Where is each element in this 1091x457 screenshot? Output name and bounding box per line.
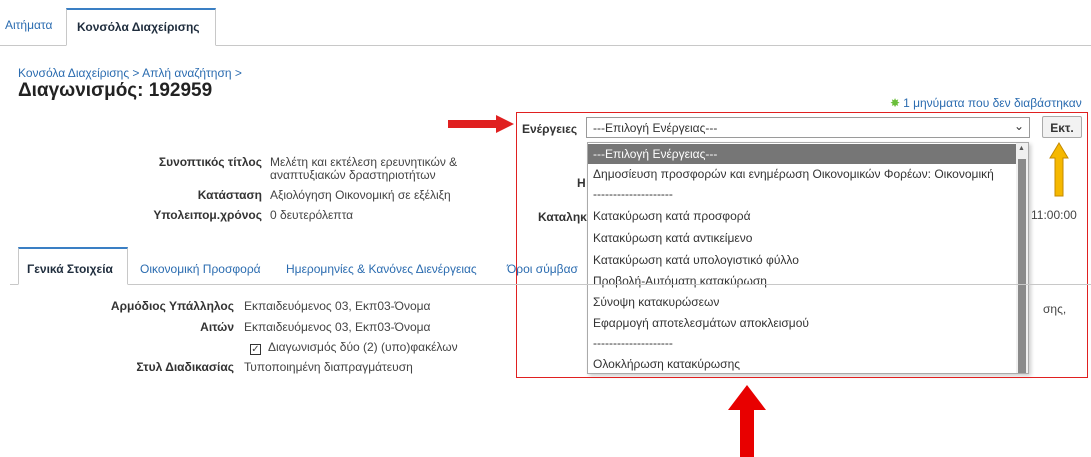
unread-messages-label: 1 μηνύματα που δεν διαβάστηκαν: [903, 96, 1082, 110]
requester-value: Εκπαιδευόμενος 03, Εκπ03-Όνομα: [244, 320, 431, 334]
checkbox[interactable]: ✓: [250, 344, 261, 355]
tab-admin-console[interactable]: Κονσόλα Διαχείρισης: [66, 8, 216, 46]
procedure-style-value: Τυποποιημένη διαπραγμάτευση: [244, 360, 413, 374]
two-envelopes-label: Διαγωνισμός δύο (2) (υπο)φακέλων: [268, 340, 458, 354]
gear-star-icon: ✸: [890, 96, 901, 110]
tab-requests[interactable]: Αιτήματα: [5, 18, 52, 32]
officer-value: Εκπαιδευόμενος 03, Εκπ03-Όνομα: [244, 299, 431, 313]
status-value: Αξιολόγηση Οικονομική σε εξέλιξη: [270, 188, 451, 202]
summary-title-value-2: αναπτυξιακών δραστηριοτήτων: [270, 168, 436, 182]
status-label: Κατάσταση: [197, 188, 262, 202]
tab-dates-rules[interactable]: Ημερομηνίες & Κανόνες Διενέργειας: [286, 262, 477, 276]
page-title: Διαγωνισμός: 192959: [18, 80, 213, 101]
tab-contract-terms[interactable]: Όροι σύμβασ: [507, 262, 578, 276]
section-tabs-divider: [10, 284, 1091, 285]
arrow-up-icon: [1049, 142, 1069, 197]
arrow-right-icon: [448, 115, 514, 133]
officer-label: Αρμόδιος Υπάλληλος: [110, 299, 234, 313]
two-envelopes-checkbox-row[interactable]: ✓ Διαγωνισμός δύο (2) (υπο)φακέλων: [250, 340, 458, 355]
unread-messages-link[interactable]: ✸ 1 μηνύματα που δεν διαβάστηκαν: [890, 96, 1082, 110]
remaining-time-label: Υπολειπομ.χρόνος: [153, 208, 262, 222]
breadcrumb[interactable]: Κονσόλα Διαχείρισης > Απλή αναζήτηση >: [18, 66, 242, 80]
tab-financial-offer[interactable]: Οικονομική Προσφορά: [140, 262, 261, 276]
highlight-box: [516, 112, 1088, 378]
arrow-up-icon: [728, 385, 766, 457]
top-tab-bar: Αιτήματα Κονσόλα Διαχείρισης: [0, 0, 1091, 46]
remaining-time-value: 0 δευτερόλεπτα: [270, 208, 354, 222]
requester-label: Αιτών: [200, 320, 234, 334]
tab-general[interactable]: Γενικά Στοιχεία: [18, 247, 128, 285]
procedure-style-label: Στυλ Διαδικασίας: [136, 360, 234, 374]
summary-title-label: Συνοπτικός τίτλος: [158, 155, 262, 169]
summary-title-value-1: Μελέτη και εκτέλεση ερευνητικών &: [270, 155, 458, 169]
